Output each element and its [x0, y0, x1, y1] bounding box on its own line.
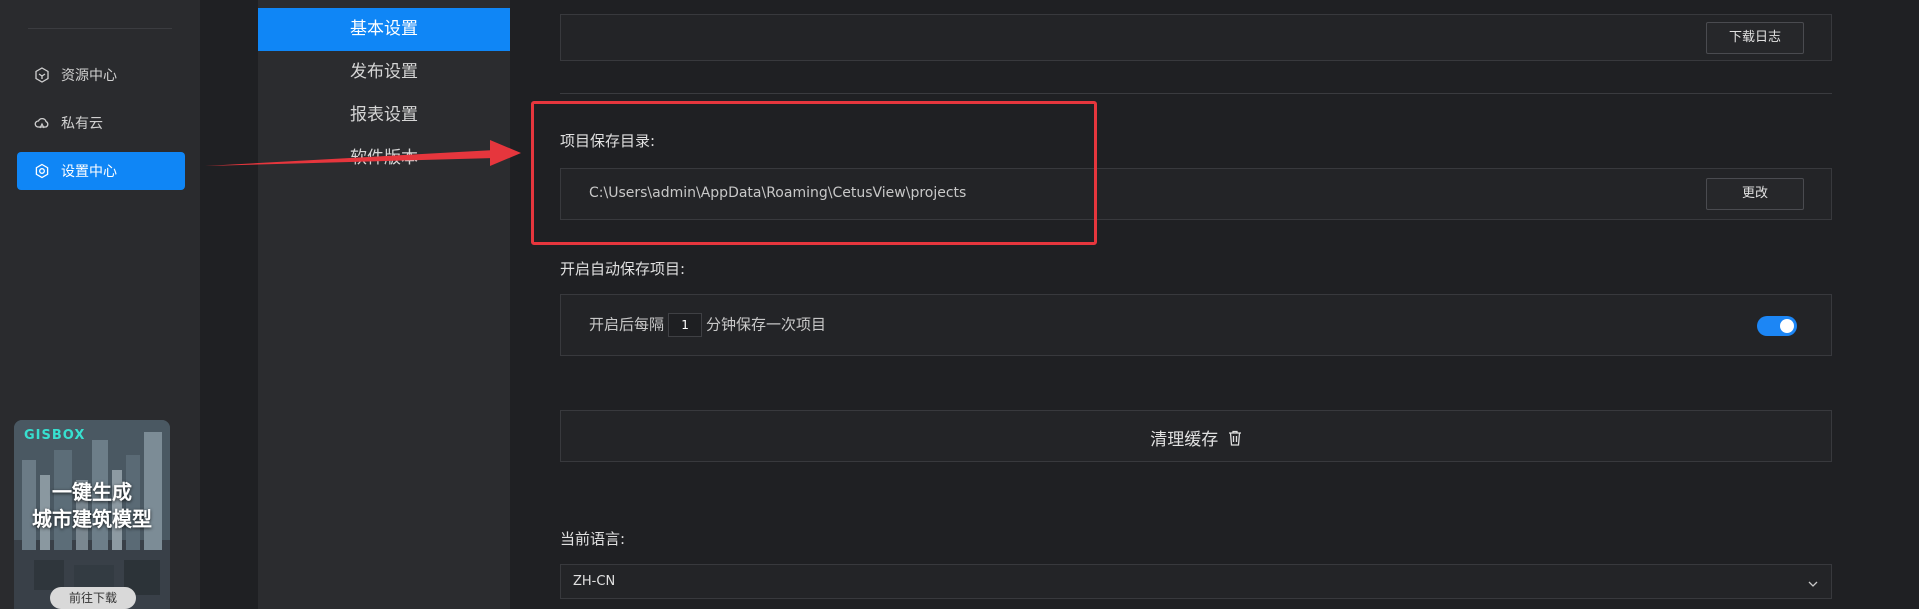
sidebar-item-label: 设置中心: [61, 164, 117, 180]
settings-tab-report[interactable]: 报表设置: [258, 94, 510, 137]
sidebar-item-label: 资源中心: [61, 68, 117, 84]
sidebar-divider: [28, 28, 172, 29]
toggle-knob: [1780, 319, 1794, 333]
autosave-description: 开启后每隔 1 分钟保存一次项目: [589, 313, 826, 337]
promo-headline-1: 一键生成: [52, 480, 132, 504]
left-sidebar: 资源中心 私有云 设置中心 GISBOX 一键生成 城市建筑模型 前往下载: [0, 0, 200, 609]
autosave-panel: 开启后每隔 1 分钟保存一次项目: [560, 294, 1832, 356]
autosave-toggle[interactable]: [1757, 316, 1797, 336]
annotation-arrow-icon: [205, 140, 521, 166]
promo-download-button[interactable]: 前往下载: [50, 587, 136, 609]
log-panel: 下载日志: [560, 14, 1832, 61]
settings-tab-publish[interactable]: 发布设置: [258, 51, 510, 94]
chevron-down-icon: [1807, 575, 1819, 594]
language-select[interactable]: ZH-CN: [560, 564, 1832, 599]
download-log-button[interactable]: 下载日志: [1706, 22, 1804, 54]
gear-icon: [33, 162, 51, 180]
clear-cache-button[interactable]: 清理缓存: [560, 410, 1832, 462]
trash-icon: [1228, 430, 1242, 451]
section-divider: [560, 93, 1832, 94]
promo-banner[interactable]: GISBOX 一键生成 城市建筑模型 前往下载: [14, 420, 170, 609]
promo-brand: GISBOX: [24, 428, 86, 443]
clear-cache-content: 清理缓存: [561, 425, 1831, 451]
settings-content: 下载日志 项目保存目录: C:\Users\admin\AppData\Roam…: [510, 0, 1919, 609]
promo-headline-2: 城市建筑模型: [32, 507, 152, 531]
sidebar-item-label: 私有云: [61, 116, 103, 132]
sidebar-item-private-cloud[interactable]: 私有云: [17, 104, 185, 142]
autosave-suffix: 分钟保存一次项目: [706, 315, 827, 334]
annotation-highlight-box: [531, 101, 1097, 245]
settings-nav: 基本设置 发布设置 报表设置 软件版本: [258, 0, 510, 609]
autosave-prefix: 开启后每隔: [589, 315, 665, 334]
autosave-label: 开启自动保存项目:: [560, 260, 686, 278]
change-dir-button[interactable]: 更改: [1706, 178, 1804, 210]
settings-tab-basic[interactable]: 基本设置: [258, 8, 510, 51]
language-value: ZH-CN: [573, 574, 616, 589]
sidebar-item-settings-center[interactable]: 设置中心: [17, 152, 185, 190]
sidebar-item-resource-center[interactable]: 资源中心: [17, 56, 185, 94]
language-label: 当前语言:: [560, 530, 626, 548]
cloud-icon: [33, 114, 51, 132]
cube-icon: [33, 66, 51, 84]
clear-cache-label: 清理缓存: [1150, 430, 1219, 450]
autosave-interval-input[interactable]: 1: [668, 313, 703, 337]
